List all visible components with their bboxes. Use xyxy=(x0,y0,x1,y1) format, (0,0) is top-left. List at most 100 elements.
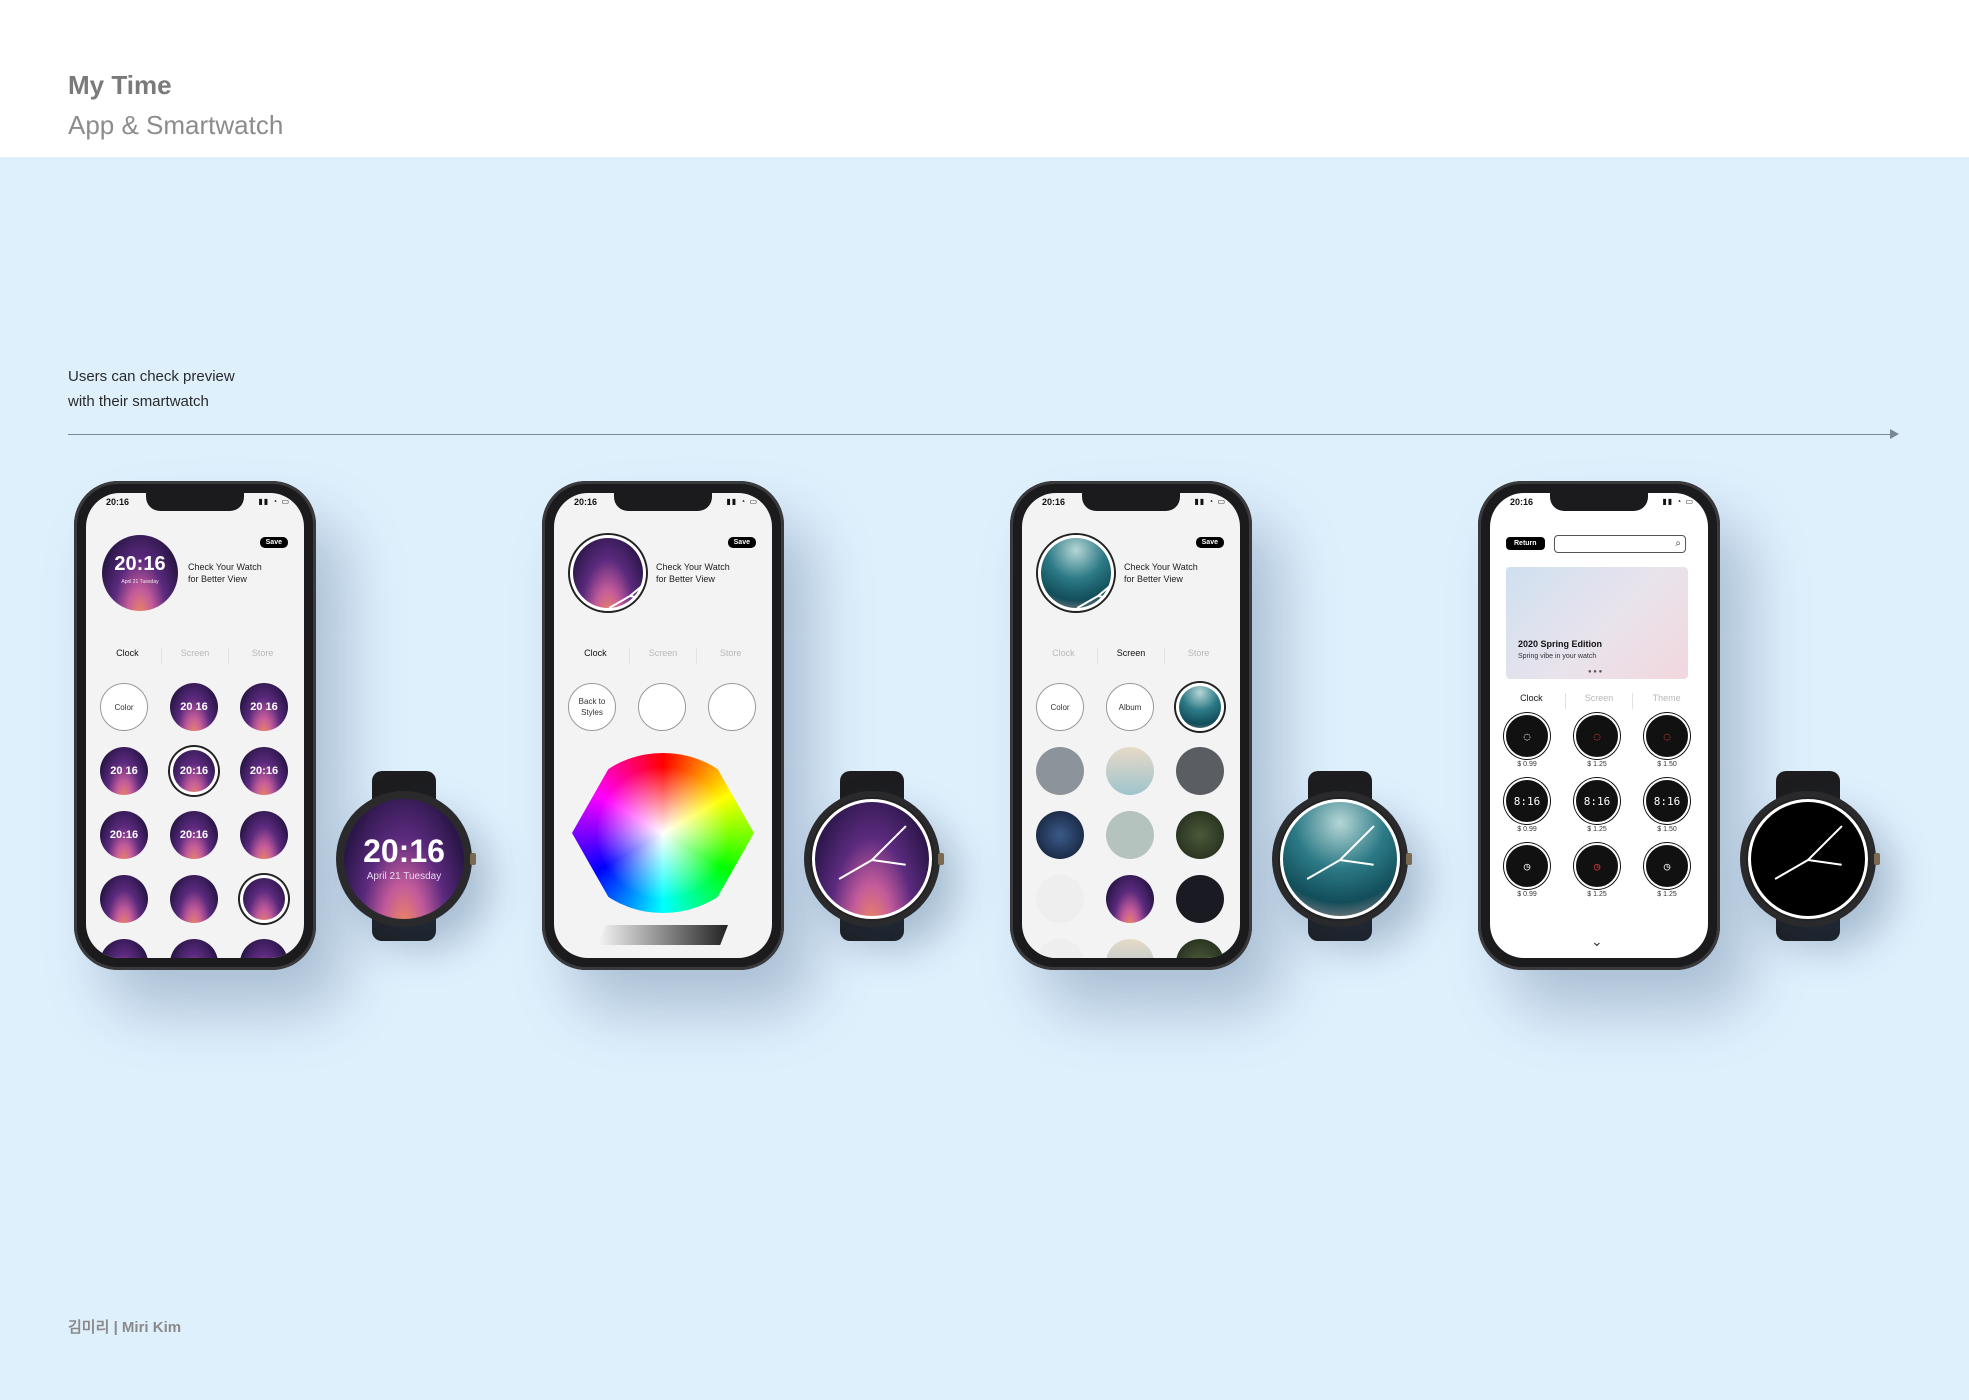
style-option[interactable]: 20 16 xyxy=(170,683,218,731)
store-item[interactable]: ◌ $ 1.50 xyxy=(1644,713,1690,768)
save-button[interactable]: Save xyxy=(727,537,756,548)
chevron-down-icon[interactable]: ⌄ xyxy=(1591,933,1603,950)
background-option[interactable] xyxy=(1176,875,1224,923)
style-option[interactable]: 20 16 xyxy=(240,683,288,731)
price: $ 1.25 xyxy=(1587,826,1607,833)
watch-time: 20:16 xyxy=(363,833,445,869)
preview-watchface xyxy=(570,535,646,611)
color-button[interactable]: Color xyxy=(100,683,148,731)
style-option[interactable]: 20 xyxy=(240,939,288,958)
save-button[interactable]: Save xyxy=(1195,537,1224,548)
store-item[interactable]: 8:16 $ 1.25 xyxy=(1574,778,1620,833)
smartwatch-black xyxy=(1740,771,1880,941)
preview-time: 20:16 xyxy=(114,553,166,575)
store-item[interactable]: ◷ $ 1.25 xyxy=(1574,843,1620,898)
clock-face-icon: ◌ xyxy=(1574,713,1620,759)
price: $ 1.50 xyxy=(1657,826,1677,833)
background-option-selected[interactable] xyxy=(1176,683,1224,731)
background-option[interactable] xyxy=(1106,747,1154,795)
watch-face xyxy=(1748,799,1868,919)
author-credit: 김미리 | Miri Kim xyxy=(68,1319,182,1336)
background-option[interactable] xyxy=(1176,747,1224,795)
style-option-selected[interactable]: 20:16 xyxy=(170,747,218,795)
carousel-dots[interactable]: ● ● ● xyxy=(1588,669,1602,675)
tab-theme[interactable]: Theme xyxy=(1632,693,1700,709)
tab-store[interactable]: Store xyxy=(228,648,296,664)
background-option[interactable] xyxy=(1106,939,1154,958)
preview-watchface: 20:16 April 21 Tuesday xyxy=(102,535,178,611)
hour-hand xyxy=(1306,859,1341,880)
tab-bar: Clock Screen Theme xyxy=(1498,693,1700,709)
watch-face xyxy=(1280,799,1400,919)
phone-notch xyxy=(146,493,244,511)
tab-clock[interactable]: Clock xyxy=(1030,648,1097,664)
style-option[interactable] xyxy=(100,939,148,958)
clock-face-icon: ◷ xyxy=(1644,843,1690,889)
watch-date: April 21 Tuesday xyxy=(366,871,442,882)
hour-hand xyxy=(838,859,873,880)
minute-hand xyxy=(1339,825,1375,861)
tab-screen[interactable]: Screen xyxy=(1096,648,1165,664)
status-icons: ▮▮ ◔ ▭ xyxy=(258,497,290,506)
style-option[interactable] xyxy=(170,875,218,923)
store-item[interactable]: 8:16 $ 0.99 xyxy=(1504,778,1550,833)
tab-screen[interactable]: Screen xyxy=(160,648,229,664)
background-option[interactable] xyxy=(1036,811,1084,859)
page-subtitle: App & Smartwatch xyxy=(68,110,284,140)
background-option[interactable] xyxy=(1106,875,1154,923)
store-item[interactable]: ◌ $ 1.25 xyxy=(1574,713,1620,768)
background-option[interactable] xyxy=(1036,939,1084,958)
status-icons: ▮▮ ◔ ▭ xyxy=(726,497,758,506)
background-option[interactable] xyxy=(1036,747,1084,795)
style-option[interactable]: 20 16 xyxy=(100,747,148,795)
background-option[interactable] xyxy=(1176,939,1224,958)
hour-hand xyxy=(608,595,631,609)
album-button[interactable]: Album xyxy=(1106,683,1154,731)
back-to-styles-button[interactable]: Back to Styles xyxy=(568,683,616,731)
tab-clock[interactable]: Clock xyxy=(562,648,629,664)
tab-store[interactable]: Store xyxy=(1164,648,1232,664)
store-item[interactable]: ◌ $ 0.99 xyxy=(1504,713,1550,768)
tab-screen[interactable]: Screen xyxy=(1564,693,1633,709)
style-option[interactable] xyxy=(100,875,148,923)
phone-screen: 20:16 ▮▮ ◔ ▭ Save Check Your Watch for B… xyxy=(1022,493,1240,958)
preview-watchface xyxy=(1038,535,1114,611)
clock-face-icon: 8:16 xyxy=(1644,778,1690,824)
background-option[interactable] xyxy=(1176,811,1224,859)
style-option[interactable] xyxy=(240,811,288,859)
promo-banner[interactable]: 2020 Spring Edition Spring vibe in your … xyxy=(1506,567,1688,679)
tab-clock[interactable]: Clock xyxy=(94,648,161,664)
style-option[interactable]: 20:16 xyxy=(170,811,218,859)
store-item[interactable]: ◷ $ 0.99 xyxy=(1504,843,1550,898)
color-button[interactable]: Color xyxy=(1036,683,1084,731)
return-button[interactable]: Return xyxy=(1506,537,1545,550)
background-option[interactable] xyxy=(1036,875,1084,923)
style-option[interactable] xyxy=(240,875,288,923)
description-note: Users can check preview with their smart… xyxy=(68,364,235,414)
background-option[interactable] xyxy=(1106,811,1154,859)
smartwatch-analog xyxy=(804,771,944,941)
search-icon[interactable]: ⌕ xyxy=(1675,538,1681,549)
watch-crown xyxy=(1406,853,1412,865)
style-option[interactable] xyxy=(170,939,218,958)
store-item[interactable]: ◷ $ 1.25 xyxy=(1644,843,1690,898)
minute-hand xyxy=(1807,825,1843,861)
store-item[interactable]: 8:16 $ 1.50 xyxy=(1644,778,1690,833)
style-option[interactable]: 20:16 xyxy=(240,747,288,795)
custom-slot[interactable] xyxy=(708,683,756,731)
grayscale-picker[interactable] xyxy=(598,925,728,945)
custom-slot[interactable] xyxy=(638,683,686,731)
search-input[interactable]: ⌕ xyxy=(1554,535,1686,553)
price: $ 1.25 xyxy=(1587,761,1607,768)
status-icons: ▮▮ ◔ ▭ xyxy=(1194,497,1226,506)
save-button[interactable]: Save xyxy=(259,537,288,548)
status-time: 20:16 xyxy=(1510,497,1534,507)
phone-screen: 20:16 ▮▮ ◔ ▭ 20:16 April 21 Tuesday Save… xyxy=(86,493,304,958)
banner-subtitle: Spring vibe in your watch xyxy=(1518,653,1597,660)
tab-clock[interactable]: Clock xyxy=(1498,693,1565,709)
tab-store[interactable]: Store xyxy=(696,648,764,664)
phone-screen-background: 20:16 ▮▮ ◔ ▭ Save Check Your Watch for B… xyxy=(1010,481,1252,970)
tab-screen[interactable]: Screen xyxy=(628,648,697,664)
style-option[interactable]: 20:16 xyxy=(100,811,148,859)
clock-face-icon: ◷ xyxy=(1574,843,1620,889)
